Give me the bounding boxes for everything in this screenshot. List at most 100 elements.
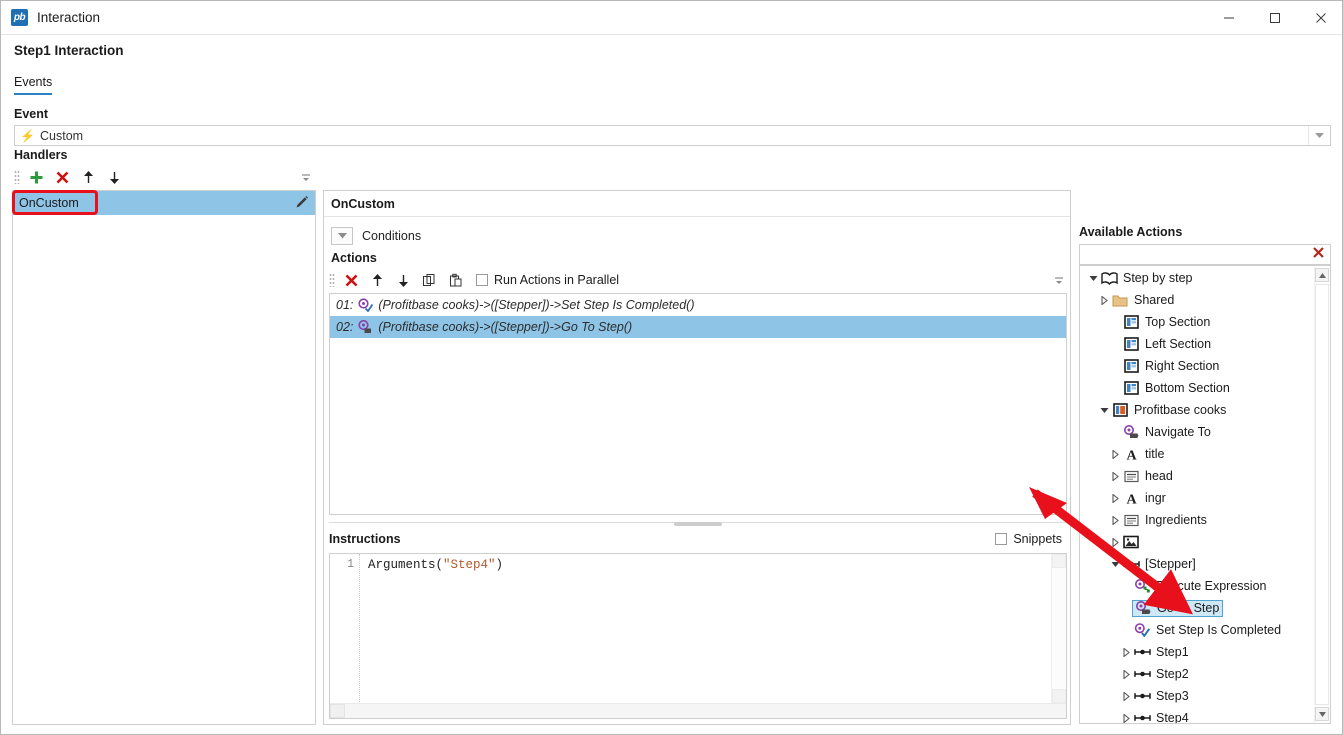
tree-item-set-step-is-completed[interactable]: Set Step Is Completed: [1080, 619, 1316, 641]
action-index: 02:: [336, 320, 354, 334]
chevron-right-icon[interactable]: [1119, 691, 1133, 701]
tree-item-top-section[interactable]: Top Section: [1080, 311, 1316, 333]
tree-item-step-by-step[interactable]: Step by step: [1080, 267, 1316, 289]
chevron-down-icon[interactable]: [1308, 126, 1330, 145]
tree-item-step2[interactable]: Step2: [1080, 663, 1316, 685]
interaction-window: pb Interaction Step1 Interaction Events …: [0, 0, 1343, 735]
tree-vertical-scrollbar[interactable]: [1314, 266, 1330, 723]
copy-icon[interactable]: [416, 270, 442, 290]
search-input[interactable]: [1079, 244, 1331, 265]
tree-item-label: Left Section: [1145, 337, 1212, 351]
triangle-down-icon[interactable]: [331, 227, 353, 245]
chevron-right-icon[interactable]: [1119, 713, 1133, 723]
available-actions-tree[interactable]: Step by step Shared Top Section Left Sectio…: [1079, 265, 1331, 724]
tree-item-shared[interactable]: Shared: [1080, 289, 1316, 311]
code-string-literal: "Step4": [443, 558, 496, 572]
move-handler-up-button[interactable]: [75, 167, 101, 187]
tree-item-content: head: [1122, 469, 1173, 483]
tree-item-execute-expression[interactable]: Execute Expression: [1080, 575, 1316, 597]
tree-item-title[interactable]: Atitle: [1080, 443, 1316, 465]
editor-horizontal-scrollbar[interactable]: [330, 703, 1066, 718]
scrollbar-track[interactable]: [1315, 284, 1329, 705]
tree-item-image[interactable]: [1080, 531, 1316, 553]
toolbar-grip[interactable]: [329, 273, 335, 287]
set-step-completed-icon: [358, 298, 374, 312]
run-actions-in-parallel-checkbox[interactable]: Run Actions in Parallel: [476, 273, 619, 287]
toolbar-grip[interactable]: [14, 170, 20, 184]
go-to-step-icon: [358, 320, 373, 334]
event-combobox[interactable]: ⚡ Custom: [14, 125, 1331, 146]
chevron-right-icon[interactable]: [1108, 515, 1122, 525]
tree-item-label: title: [1145, 447, 1165, 461]
available-actions-title: Available Actions: [1079, 225, 1183, 239]
chevron-right-icon[interactable]: [1108, 493, 1122, 503]
chevron-right-icon[interactable]: [1119, 669, 1133, 679]
tree-item-head[interactable]: head: [1080, 465, 1316, 487]
splitter-handle[interactable]: [329, 519, 1067, 528]
scroll-up-icon[interactable]: [1052, 554, 1066, 568]
tree-item-profitbase-cooks[interactable]: Profitbase cooks: [1080, 399, 1316, 421]
add-handler-button[interactable]: [23, 167, 49, 187]
tree-item--stepper-[interactable]: [Stepper]: [1080, 553, 1316, 575]
chevron-right-icon[interactable]: [1097, 295, 1111, 305]
scroll-left-icon[interactable]: [330, 704, 345, 718]
chevron-right-icon[interactable]: [1108, 471, 1122, 481]
list-item[interactable]: OnCustom: [13, 191, 315, 215]
chevron-right-icon[interactable]: [1119, 647, 1133, 657]
tree-item-step1[interactable]: Step1: [1080, 641, 1316, 663]
snippets-checkbox[interactable]: Snippets: [995, 532, 1062, 546]
table-row[interactable]: 01: (Profitbase cooks)->([Stepper])->Set…: [330, 294, 1066, 316]
chevron-down-icon[interactable]: [1108, 561, 1122, 568]
instructions-editor[interactable]: 1 Arguments("Step4"): [329, 553, 1067, 719]
editor-vertical-scrollbar[interactable]: [1051, 554, 1066, 703]
scroll-down-icon[interactable]: [1315, 707, 1329, 721]
handlers-toolbar: [14, 166, 314, 188]
code-prefix: Arguments(: [368, 558, 444, 572]
toolbar-overflow-icon[interactable]: [1051, 275, 1067, 285]
tree-item-navigate-to[interactable]: Navigate To: [1080, 421, 1316, 443]
pencil-icon[interactable]: [295, 195, 309, 212]
tree-item-step4[interactable]: Step4: [1080, 707, 1316, 723]
page-title: Step1 Interaction: [14, 43, 124, 58]
tree-item-label: ingr: [1145, 491, 1166, 505]
toolbar-overflow-icon[interactable]: [298, 172, 314, 182]
scroll-up-icon[interactable]: [1315, 268, 1329, 282]
checkbox-box[interactable]: [995, 533, 1008, 545]
tree-item-content: Step1: [1133, 645, 1189, 659]
delete-action-button[interactable]: [338, 270, 364, 290]
move-action-up-button[interactable]: [364, 270, 390, 290]
tree-item-left-section[interactable]: Left Section: [1080, 333, 1316, 355]
tree-item-label: Shared: [1134, 293, 1175, 307]
close-icon[interactable]: [1298, 1, 1342, 35]
chevron-right-icon[interactable]: [1108, 449, 1122, 459]
tab-events[interactable]: Events: [14, 75, 53, 95]
minimize-icon[interactable]: [1206, 1, 1252, 35]
table-row[interactable]: 02: (Profitbase cooks)->([Stepper])->Go …: [330, 316, 1066, 338]
stepper-icon: [1133, 713, 1151, 723]
svg-text:A: A: [1126, 449, 1137, 462]
scroll-down-icon[interactable]: [1052, 689, 1066, 703]
handlers-list[interactable]: OnCustom: [12, 190, 316, 725]
maximize-icon[interactable]: [1252, 1, 1298, 35]
tree-item-bottom-section[interactable]: Bottom Section: [1080, 377, 1316, 399]
chevron-down-icon[interactable]: [1086, 275, 1100, 282]
delete-handler-button[interactable]: [49, 167, 75, 187]
tree-item-step3[interactable]: Step3: [1080, 685, 1316, 707]
tree-item-ingr[interactable]: Aingr: [1080, 487, 1316, 509]
splitter-grip[interactable]: [674, 522, 722, 526]
image-icon: [1122, 535, 1140, 549]
folder-icon: [1111, 294, 1129, 307]
move-handler-down-button[interactable]: [101, 167, 127, 187]
code-line[interactable]: Arguments("Step4"): [368, 558, 503, 572]
chevron-right-icon[interactable]: [1108, 537, 1122, 547]
tree-item-go-to-step[interactable]: Go To Step: [1080, 597, 1316, 619]
move-action-down-button[interactable]: [390, 270, 416, 290]
paste-icon[interactable]: [442, 270, 468, 290]
checkbox-box[interactable]: [476, 274, 488, 286]
actions-list[interactable]: 01: (Profitbase cooks)->([Stepper])->Set…: [329, 293, 1067, 515]
tree-item-right-section[interactable]: Right Section: [1080, 355, 1316, 377]
tree-item-label: Right Section: [1145, 359, 1220, 373]
tree-item-ingredients[interactable]: Ingredients: [1080, 509, 1316, 531]
chevron-down-icon[interactable]: [1097, 407, 1111, 414]
red-x-icon[interactable]: [1312, 246, 1325, 264]
